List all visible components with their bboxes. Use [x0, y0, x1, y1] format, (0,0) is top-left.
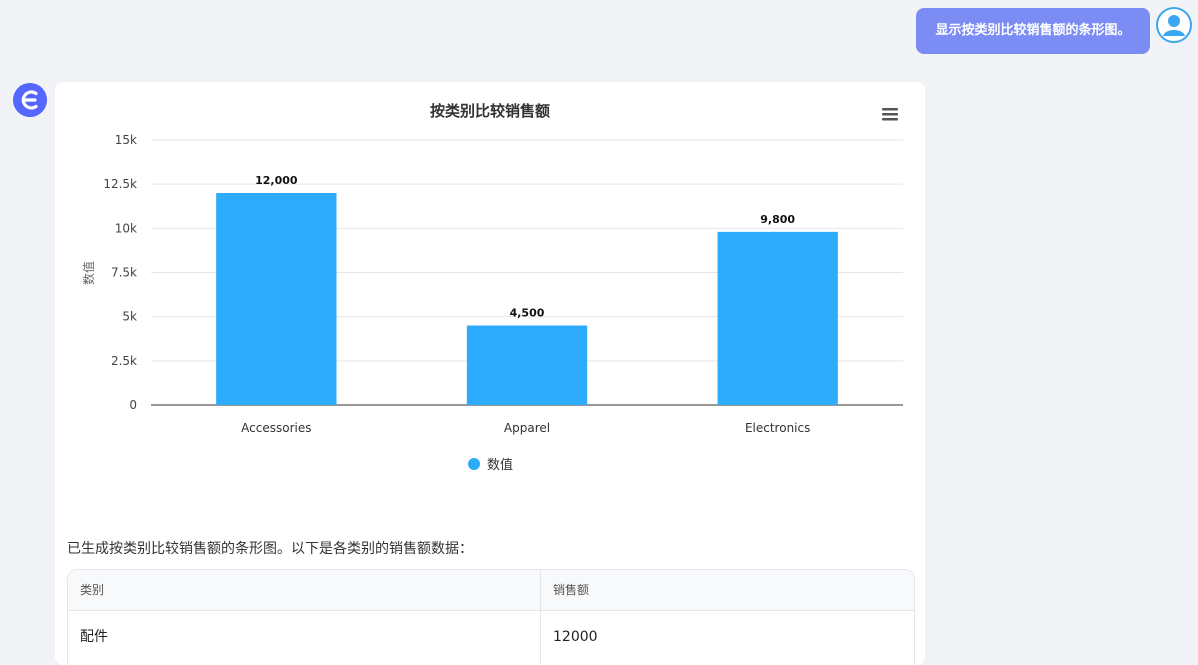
y-tick-label: 12.5k [103, 177, 137, 191]
legend-marker [468, 458, 480, 470]
y-axis-label: 数值 [81, 261, 96, 285]
sales-table: 类别 销售额 配件 12000 [67, 569, 915, 665]
legend-label: 数值 [487, 457, 513, 473]
table-header: 类别 销售额 [68, 570, 914, 611]
y-tick-label: 7.5k [111, 266, 137, 280]
x-tick-label: Electronics [745, 421, 810, 435]
user-message-bubble: 显示按类别比较销售额的条形图。 [916, 8, 1150, 54]
table-header-sales: 销售额 [553, 583, 590, 597]
user-avatar-icon[interactable] [1156, 7, 1192, 43]
data-label: 4,500 [510, 307, 545, 320]
bar-chart: 按类别比较销售额 0 2.5k 5k 7.5k 10k 12.5k 15k 12,000 Ac… [81, 102, 903, 473]
y-tick-label: 15k [115, 133, 137, 147]
bar[interactable] [466, 325, 588, 406]
user-message-text: 显示按类别比较销售额的条形图。 [935, 23, 1131, 38]
chart-title: 按类别比较销售额 [430, 102, 550, 120]
y-tick-label: 10k [115, 221, 137, 235]
chart-menu-icon[interactable] [879, 106, 901, 126]
bar[interactable] [717, 231, 838, 405]
x-tick-label: Apparel [504, 421, 550, 435]
y-tick-label: 5k [122, 310, 137, 324]
bot-logo-icon [13, 83, 47, 117]
y-tick-label: 2.5k [111, 354, 137, 368]
data-label: 9,800 [760, 213, 795, 226]
data-label: 12,000 [255, 174, 298, 187]
table-header-category: 类别 [68, 570, 541, 610]
x-tick-label: Accessories [241, 421, 311, 435]
table-row: 配件 12000 [68, 611, 914, 663]
table-cell-category: 配件 [68, 611, 541, 663]
summary-text: 已生成按类别比较销售额的条形图。以下是各类别的销售额数据： [67, 541, 473, 557]
y-tick-label: 0 [129, 398, 137, 412]
chart-legend[interactable]: 数值 [468, 457, 513, 473]
bar[interactable] [216, 193, 337, 405]
assistant-response-card: 按类别比较销售额 0 2.5k 5k 7.5k 10k 12.5k 15k 12,000 Ac… [55, 82, 925, 665]
table-cell-sales: 12000 [553, 629, 598, 645]
